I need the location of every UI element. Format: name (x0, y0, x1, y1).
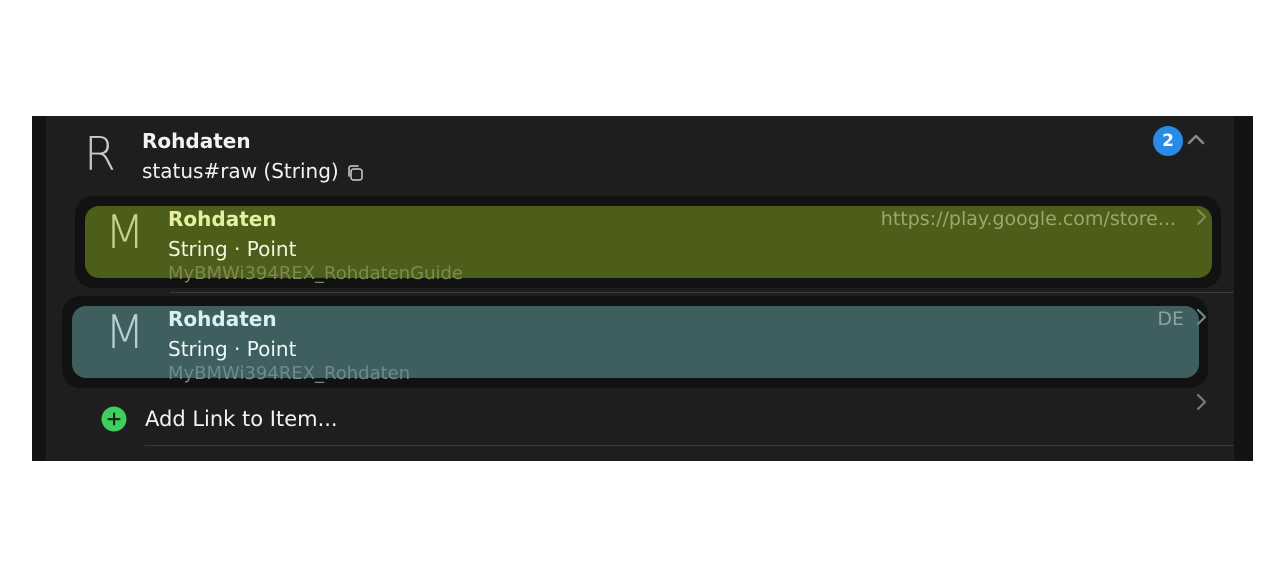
plus-circle-icon[interactable] (101, 406, 127, 432)
linked-item-1-letter: M (105, 206, 145, 259)
linked-item-1-url: https://play.google.com/store... (880, 208, 1176, 230)
linked-item-2-subtitle: String · Point (168, 337, 297, 361)
link-count-badge: 2 (1153, 126, 1183, 156)
item-title: Rohdaten (142, 129, 251, 153)
item-type-letter: R (84, 127, 116, 181)
linked-item-2-language: DE (1157, 308, 1184, 330)
copy-icon[interactable] (345, 163, 365, 183)
divider (145, 445, 1234, 446)
linked-item-1-footer: MyBMWi394REX_RohdatenGuide (168, 263, 464, 284)
panel-right-edge (1234, 116, 1253, 461)
item-subtitle: status#raw (String) (142, 158, 365, 184)
linked-item-2-letter: M (105, 306, 145, 359)
item-subtitle-text: status#raw (String) (142, 159, 339, 183)
chevron-right-icon[interactable] (1194, 392, 1208, 412)
chevron-right-icon[interactable] (1194, 207, 1208, 227)
linked-item-2-title: Rohdaten (168, 307, 277, 331)
linked-item-2-footer: MyBMWi394REX_Rohdaten (168, 363, 411, 384)
chevron-right-icon[interactable] (1194, 307, 1208, 327)
linked-item-1-subtitle: String · Point (168, 237, 297, 261)
divider (170, 292, 1234, 293)
chevron-up-icon[interactable] (1182, 130, 1210, 150)
add-link-button[interactable]: Add Link to Item... (145, 405, 338, 433)
item-detail-panel: R Rohdaten status#raw (String) 2 M Rohda… (32, 116, 1253, 461)
panel-left-edge (32, 116, 46, 461)
linked-item-1-title: Rohdaten (168, 207, 277, 231)
